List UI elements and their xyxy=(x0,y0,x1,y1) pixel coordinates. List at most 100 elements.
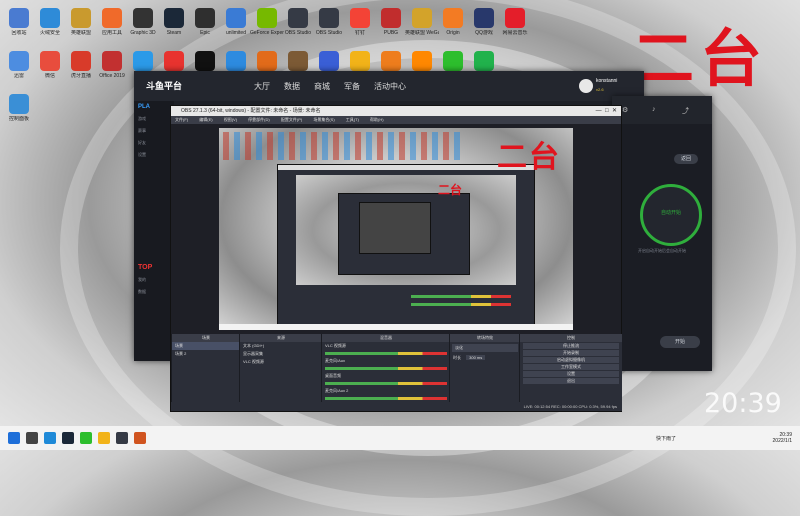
menu-item[interactable]: 工具(T) xyxy=(346,117,359,122)
system-clock[interactable]: 20:39 2022/1/1 xyxy=(773,432,792,444)
source-item[interactable]: 显示器采集 xyxy=(240,350,322,358)
desktop-icon[interactable]: 英雄联盟 xyxy=(64,8,98,36)
desktop-icon[interactable]: OBS Studio xyxy=(281,8,315,36)
user-avatar[interactable] xyxy=(579,79,593,93)
desktop-icon-label: PUBG xyxy=(383,30,399,36)
desktop-icon[interactable]: Graphic 3D xyxy=(126,8,160,36)
studio-mode-button[interactable]: 工作室模式 xyxy=(523,364,619,370)
sources-dock[interactable]: 来源 文本 (GDI+) 显示器采集 VLC 视频源 ＋ − ⚙ ∧ ∨ xyxy=(239,334,322,411)
menu-item[interactable]: 配置文件(P) xyxy=(281,117,302,122)
version-badge: v2.6 xyxy=(596,87,604,92)
nav-item[interactable]: 活动中心 xyxy=(374,81,406,92)
desktop-icon-label: 虎牙直播 xyxy=(70,73,91,79)
app-icon xyxy=(102,51,122,71)
source-item[interactable]: VLC 视频源 xyxy=(240,358,322,366)
window-controls[interactable]: — □ ✕ xyxy=(596,106,617,116)
menu-item[interactable]: 场景集合(S) xyxy=(313,117,334,122)
desktop-icon[interactable]: 迅雷 xyxy=(2,51,36,79)
duration-input[interactable]: 300 ms xyxy=(466,355,486,360)
desktop-icon[interactable]: PUBG xyxy=(374,8,408,36)
sidebar-item[interactable]: PLA xyxy=(134,101,174,113)
game-icon[interactable] xyxy=(134,432,146,444)
obs-preview[interactable]: 二台 二台 xyxy=(171,124,621,334)
edge-icon[interactable] xyxy=(44,432,56,444)
desktop-icon[interactable]: 虎牙直播 xyxy=(64,51,98,79)
desktop-icon[interactable]: 回收站 xyxy=(2,8,36,36)
start-recording-button[interactable]: 开始录制 xyxy=(523,350,619,356)
game-platform-right-panel[interactable]: ⚙ ♪ ⤴ 返回 自动开始 开启自动开始后会自动开始 开始 xyxy=(612,96,712,371)
desktop-icon-label: 网易云音乐 xyxy=(502,30,528,36)
desktop-icon-label: OBS Studio xyxy=(315,30,343,36)
app-icon xyxy=(102,8,122,28)
share-icon[interactable]: ⤴ xyxy=(682,106,689,116)
nav-item[interactable]: 商城 xyxy=(314,81,330,92)
menu-item[interactable]: 编辑(E) xyxy=(199,117,212,122)
desktop-icon[interactable]: 网易云音乐 xyxy=(498,8,532,36)
start-button[interactable]: 开始 xyxy=(660,336,700,348)
return-button[interactable]: 返回 xyxy=(674,154,698,164)
desktop-icon[interactable]: GeForce Experience xyxy=(250,8,284,36)
virtual-camera-button[interactable]: 启动虚拟摄像机 xyxy=(523,357,619,363)
search-icon[interactable] xyxy=(26,432,38,444)
obs-window[interactable]: OBS 27.1.3 (64-bit, windows) - 配置文件: 未命名… xyxy=(170,105,622,412)
controls-dock[interactable]: 控制 停止推流 开始录制 启动虚拟摄像机 工作室模式 设置 退出 xyxy=(519,334,622,411)
desktop-icon[interactable]: 钉钉 xyxy=(343,8,377,36)
settings-button[interactable]: 设置 xyxy=(523,371,619,377)
sidebar-item[interactable]: 游戏 xyxy=(134,113,174,125)
desktop-icon[interactable]: QQ游戏 xyxy=(467,8,501,36)
desktop-icon[interactable]: Office 2019 xyxy=(95,51,129,79)
app-icon xyxy=(164,8,184,28)
sidebar-item[interactable]: 好友 xyxy=(134,137,174,149)
desktop-icon[interactable]: Epic xyxy=(188,8,222,36)
nav-item[interactable]: 军备 xyxy=(344,81,360,92)
transition-type[interactable]: 淡化 xyxy=(452,344,518,352)
obs-icon[interactable] xyxy=(116,432,128,444)
nav-item[interactable]: 大厅 xyxy=(254,81,270,92)
obs-statusbar: LIVE: 00:12:54 REC: 00:00:00 CPU: 0.3%, … xyxy=(171,402,621,411)
source-item[interactable]: 文本 (GDI+) xyxy=(240,342,322,350)
scene-item[interactable]: 场景 xyxy=(172,342,240,350)
folder-icon[interactable] xyxy=(98,432,110,444)
mixer-channel-name: VLC 视频源 xyxy=(325,343,346,348)
menu-item[interactable]: 帮助(H) xyxy=(370,117,384,122)
scene-item[interactable]: 场景 2 xyxy=(172,350,240,358)
app-icon xyxy=(412,51,432,71)
desktop-icon[interactable]: OBS Studio xyxy=(312,8,346,36)
sidebar-item[interactable]: 赛事 xyxy=(134,125,174,137)
bell-icon[interactable]: ♪ xyxy=(652,106,656,113)
transitions-dock[interactable]: 转场特效 淡化 时长 300 ms xyxy=(449,334,520,411)
desktop-icon-label: Epic xyxy=(200,30,210,36)
desktop-icon[interactable]: Origin xyxy=(436,8,470,36)
wechat-icon[interactable] xyxy=(80,432,92,444)
nested-taskbar xyxy=(219,324,573,330)
scenes-dock[interactable]: 场景 场景 场景 2 ＋ − ∧ ∨ xyxy=(171,334,240,411)
menu-item[interactable]: 视图(V) xyxy=(224,117,237,122)
steam-icon[interactable] xyxy=(62,432,74,444)
sidebar-item[interactable]: 数据 xyxy=(134,286,174,298)
sidebar-item[interactable]: 我的 xyxy=(134,274,174,286)
menu-item[interactable]: 停靠部件(D) xyxy=(248,117,270,122)
menu-item[interactable]: 文件(F) xyxy=(175,117,188,122)
overlay-text-medium: 二台 xyxy=(497,140,561,175)
auto-start-button[interactable]: 自动开始 xyxy=(640,184,702,246)
desktop-icon[interactable]: 火绒安全 xyxy=(33,8,67,36)
gear-icon[interactable]: ⚙ xyxy=(622,106,628,114)
desktop-icon[interactable]: 应用工具 xyxy=(95,8,129,36)
desktop-icon[interactable]: unlimited xyxy=(219,8,253,36)
desktop-icon[interactable]: 微信 xyxy=(33,51,67,79)
audio-meter xyxy=(325,352,447,355)
exit-button[interactable]: 退出 xyxy=(523,378,619,384)
desktop-icon[interactable]: 控制面板 xyxy=(2,94,36,122)
mixer-dock[interactable]: 混音器 VLC 视频源 麦克风/Aux 桌面音频 麦克风/Aux 2 xyxy=(321,334,450,411)
weather-text[interactable]: 快下雨了 xyxy=(656,435,676,442)
desktop-icon[interactable]: 英雄联盟 WeGame版 xyxy=(405,8,439,36)
app-icon xyxy=(257,8,277,28)
desktop-icon[interactable]: Steam xyxy=(157,8,191,36)
desktop-icon-label: Office 2019 xyxy=(99,73,125,79)
nav-item[interactable]: 数据 xyxy=(284,81,300,92)
sidebar-item[interactable]: 设置 xyxy=(134,149,174,161)
sidebar-item[interactable]: TOP xyxy=(134,261,174,274)
audio-meter xyxy=(325,397,447,400)
stop-streaming-button[interactable]: 停止推流 xyxy=(523,343,619,349)
windows-start-icon[interactable] xyxy=(8,432,20,444)
